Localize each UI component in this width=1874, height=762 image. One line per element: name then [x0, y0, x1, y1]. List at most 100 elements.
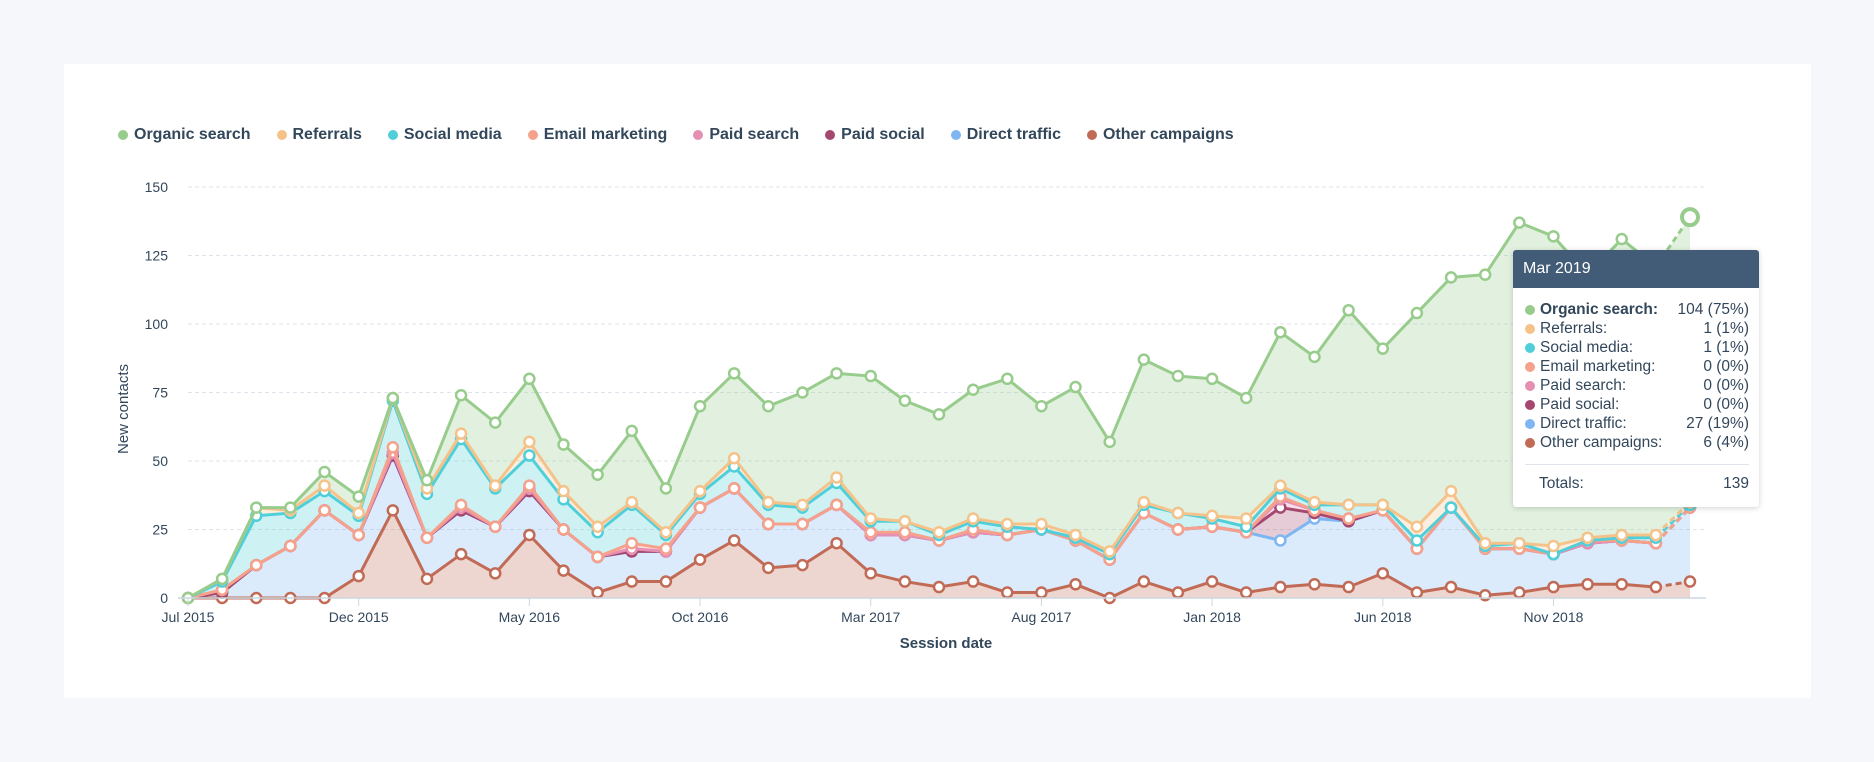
- point-organic[interactable]: [1342, 304, 1355, 317]
- point-other[interactable]: [966, 575, 980, 588]
- point-organic[interactable]: [1444, 271, 1458, 284]
- point-referrals[interactable]: [1103, 545, 1116, 558]
- point-other[interactable]: [1137, 575, 1151, 588]
- point-organic[interactable]: [1001, 372, 1014, 386]
- point-other[interactable]: [1342, 580, 1355, 594]
- point-organic[interactable]: [659, 482, 673, 495]
- point-organic[interactable]: [1171, 369, 1185, 383]
- point-email[interactable]: [454, 498, 468, 512]
- point-email[interactable]: [762, 517, 775, 531]
- point-organic[interactable]: [1137, 353, 1151, 366]
- point-other[interactable]: [762, 561, 775, 575]
- point-organic[interactable]: [284, 501, 297, 514]
- point-other[interactable]: [727, 534, 741, 547]
- point-organic[interactable]: [864, 369, 877, 383]
- point-organic[interactable]: [932, 408, 946, 421]
- point-referrals[interactable]: [1376, 498, 1390, 512]
- point-direct[interactable]: [1274, 534, 1287, 547]
- point-other[interactable]: [1683, 575, 1697, 588]
- point-other[interactable]: [1274, 580, 1287, 594]
- point-organic[interactable]: [625, 424, 639, 438]
- point-referrals[interactable]: [352, 506, 365, 520]
- point-referrals[interactable]: [1342, 498, 1355, 512]
- point-other[interactable]: [932, 580, 946, 594]
- point-social[interactable]: [1410, 534, 1424, 547]
- point-email[interactable]: [250, 558, 263, 572]
- point-email[interactable]: [318, 504, 331, 517]
- point-referrals[interactable]: [1478, 536, 1492, 550]
- point-other[interactable]: [1581, 578, 1594, 591]
- point-other[interactable]: [523, 528, 536, 542]
- point-other[interactable]: [488, 567, 502, 580]
- point-email[interactable]: [284, 539, 297, 553]
- point-referrals[interactable]: [625, 495, 639, 509]
- point-other[interactable]: [591, 586, 604, 599]
- point-other[interactable]: [625, 575, 639, 588]
- point-organic[interactable]: [1274, 325, 1287, 339]
- point-organic[interactable]: [1615, 232, 1628, 246]
- point-referrals[interactable]: [1171, 506, 1185, 520]
- point-organic[interactable]: [966, 383, 980, 397]
- point-referrals[interactable]: [1205, 509, 1219, 523]
- point-email[interactable]: [898, 525, 912, 539]
- point-other[interactable]: [898, 575, 912, 588]
- point-referrals[interactable]: [1137, 495, 1151, 509]
- point-organic[interactable]: [386, 391, 400, 405]
- point-email[interactable]: [1342, 512, 1355, 525]
- point-organic[interactable]: [488, 416, 502, 429]
- point-email[interactable]: [523, 479, 536, 492]
- point-organic[interactable]: [1308, 350, 1321, 364]
- point-organic[interactable]: [1547, 230, 1560, 243]
- point-other[interactable]: [1171, 586, 1185, 599]
- point-organic[interactable]: [1103, 435, 1116, 449]
- point-referrals[interactable]: [864, 512, 877, 525]
- point-email[interactable]: [625, 536, 639, 550]
- point-other[interactable]: [386, 504, 400, 517]
- point-organic[interactable]: [830, 367, 843, 380]
- point-organic[interactable]: [557, 438, 570, 451]
- point-referrals[interactable]: [1274, 479, 1287, 492]
- point-social[interactable]: [1444, 501, 1458, 514]
- point-email[interactable]: [557, 523, 570, 536]
- point-other[interactable]: [830, 536, 843, 550]
- point-referrals[interactable]: [659, 525, 673, 539]
- point-other[interactable]: [796, 558, 809, 572]
- point-organic[interactable]: [1205, 372, 1219, 386]
- point-organic[interactable]: [1239, 391, 1253, 405]
- point-organic[interactable]: [1035, 399, 1048, 413]
- point-other[interactable]: [352, 569, 365, 583]
- point-email[interactable]: [693, 501, 707, 514]
- point-other[interactable]: [557, 564, 570, 577]
- point-email[interactable]: [830, 498, 843, 512]
- point-organic[interactable]: [1410, 306, 1424, 320]
- point-referrals[interactable]: [932, 525, 946, 539]
- point-organic[interactable]: [352, 490, 365, 503]
- point-organic[interactable]: [762, 399, 775, 413]
- point-organic[interactable]: [727, 367, 741, 380]
- point-other[interactable]: [1205, 575, 1219, 588]
- point-referrals[interactable]: [762, 495, 775, 509]
- point-referrals[interactable]: [1239, 512, 1253, 525]
- point-referrals[interactable]: [591, 520, 604, 534]
- point-email[interactable]: [864, 525, 877, 539]
- point-referrals[interactable]: [1001, 517, 1014, 531]
- point-organic[interactable]: [215, 572, 229, 586]
- point-other[interactable]: [864, 567, 877, 580]
- point-referrals[interactable]: [1410, 520, 1424, 534]
- point-other[interactable]: [1444, 580, 1458, 594]
- point-organic[interactable]: [1680, 207, 1700, 228]
- point-referrals[interactable]: [1308, 495, 1321, 509]
- point-email[interactable]: [352, 528, 365, 542]
- point-referrals[interactable]: [1547, 539, 1560, 553]
- point-email[interactable]: [796, 517, 809, 531]
- point-other[interactable]: [1308, 578, 1321, 591]
- point-other[interactable]: [1376, 567, 1390, 580]
- point-organic[interactable]: [454, 388, 468, 402]
- point-other[interactable]: [420, 572, 434, 586]
- point-organic[interactable]: [523, 372, 536, 386]
- point-other[interactable]: [1239, 586, 1253, 599]
- point-referrals[interactable]: [727, 452, 741, 465]
- point-referrals[interactable]: [1615, 528, 1628, 542]
- point-referrals[interactable]: [1444, 484, 1458, 498]
- point-organic[interactable]: [1478, 268, 1492, 281]
